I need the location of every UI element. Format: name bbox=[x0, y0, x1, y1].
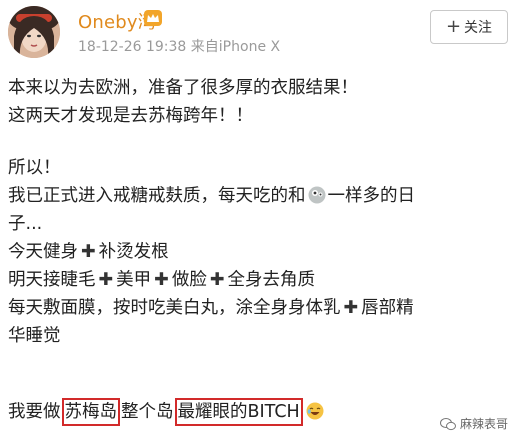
crown-icon bbox=[144, 10, 162, 26]
laughing-face-icon bbox=[306, 402, 324, 420]
post-body: 本来以为去欧洲，准备了很多厚的衣服结果！ 这两天才发现是去苏梅跨年！！ 所以！ … bbox=[8, 74, 513, 350]
heavy-plus-icon: ✚ bbox=[154, 270, 169, 290]
text-line: 这两天才发现是去苏梅跨年！！ bbox=[8, 106, 253, 126]
plus-icon: + bbox=[445, 16, 462, 37]
text-segment: 我要做 bbox=[8, 402, 61, 422]
post-timestamp: 18-12-26 19:38 bbox=[78, 39, 187, 55]
text-line: 今天健身 ✚ 补烫发根 bbox=[8, 238, 513, 266]
highlight-box: 苏梅岛 bbox=[61, 398, 120, 426]
text-line: 子... bbox=[8, 214, 43, 234]
text-segment: 今天健身 bbox=[8, 242, 78, 262]
text-segment: 唇部精 bbox=[361, 298, 414, 318]
text-line: 华睡觉 bbox=[8, 326, 61, 346]
avatar[interactable] bbox=[8, 6, 60, 58]
post-meta: 18-12-26 19:38 来自iPhone X bbox=[78, 36, 280, 56]
text-line: 每天敷面膜，按时吃美白丸，涂全身身体乳 ✚ 唇部精 bbox=[8, 294, 513, 322]
heavy-plus-icon: ✚ bbox=[209, 270, 225, 290]
text-line: 明天接睫毛 ✚ 美甲 ✚ 做脸 ✚ 全身去角质 bbox=[8, 266, 513, 294]
post-source: 来自iPhone X bbox=[190, 39, 281, 55]
follow-button[interactable]: + 关注 bbox=[430, 10, 508, 44]
text-line-highlighted: 我要做 苏梅岛 整个岛 最耀眼的BITCH bbox=[8, 398, 326, 426]
text-segment: 整个岛 bbox=[121, 402, 174, 422]
post-header: Oneby湾 18-12-26 19:38 来自iPhone X + 关注 bbox=[0, 0, 520, 62]
watermark-text: 麻辣表哥 bbox=[459, 417, 508, 431]
text-segment: 全身去角质 bbox=[227, 270, 316, 290]
dizzy-face-icon bbox=[308, 186, 325, 204]
text-line: 所以！ bbox=[8, 158, 61, 178]
text-line: 本来以为去欧洲，准备了很多厚的衣服结果！ bbox=[8, 78, 358, 98]
heavy-plus-icon: ✚ bbox=[81, 242, 96, 262]
text-segment: 我已正式进入戒糖戒麸质，每天吃的和 bbox=[8, 186, 306, 206]
wechat-icon bbox=[439, 417, 456, 430]
text-segment: 每天敷面膜，按时吃美白丸，涂全身身体乳 bbox=[8, 298, 341, 318]
highlight-box: 最耀眼的BITCH bbox=[174, 398, 303, 426]
text-segment: 一样多的日 bbox=[327, 186, 416, 206]
text-segment: 补烫发根 bbox=[98, 242, 169, 262]
text-segment: 明天接睫毛 bbox=[8, 270, 96, 290]
text-line: 我已正式进入戒糖戒麸质，每天吃的和 一样多的日 bbox=[8, 182, 513, 210]
text-segment: 做脸 bbox=[171, 270, 207, 290]
heavy-plus-icon: ✚ bbox=[343, 298, 359, 318]
follow-label: 关注 bbox=[464, 20, 493, 36]
text-segment: 美甲 bbox=[116, 270, 152, 290]
heavy-plus-icon: ✚ bbox=[98, 270, 114, 290]
watermark: 麻辣表哥 bbox=[439, 415, 508, 432]
